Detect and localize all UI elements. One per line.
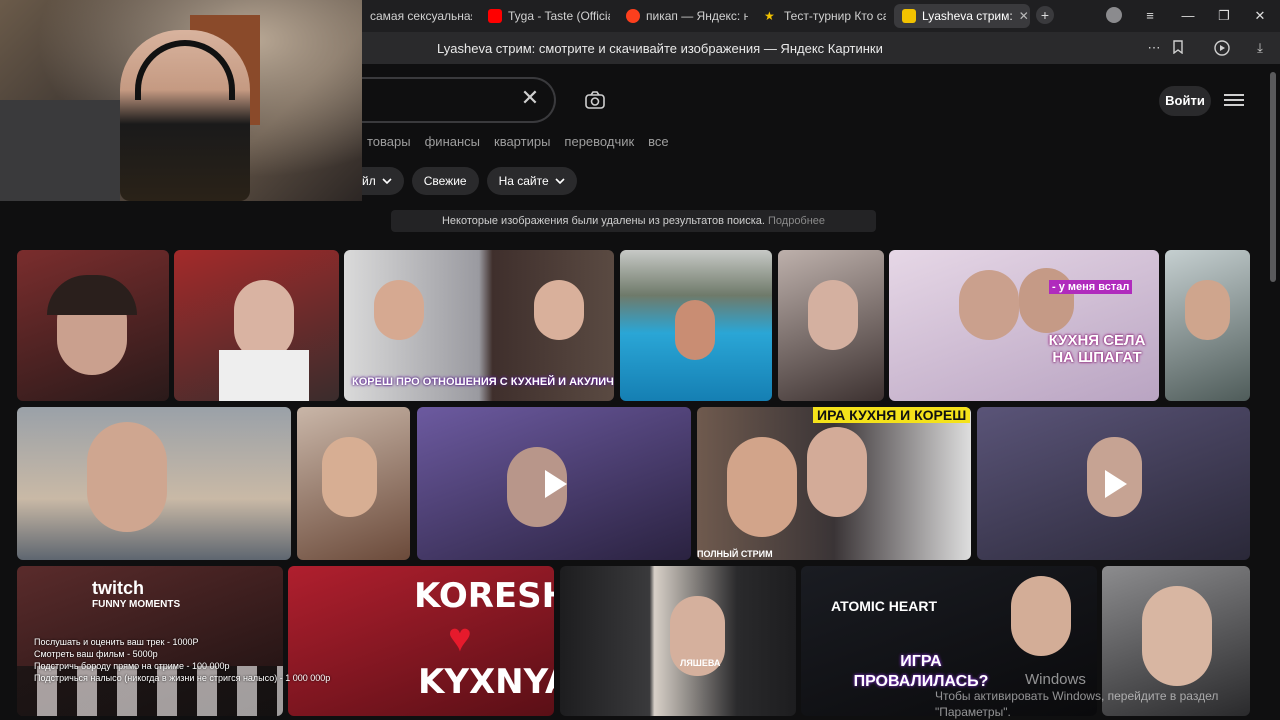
overlay-line: Подстричься налысо (никогда в жизни не с… xyxy=(34,673,331,683)
play-icon xyxy=(545,469,567,498)
tab-label: пикап — Яндекс: на xyxy=(646,9,748,23)
overlay-line: Послушать и оценить ваш трек - 1000Р xyxy=(34,637,199,647)
service-link[interactable]: все xyxy=(648,134,669,149)
tab-1[interactable]: самая сексуальная xyxy=(362,4,472,28)
chevron-down-icon xyxy=(555,178,565,184)
tab-2[interactable]: Tyga - Taste (Official xyxy=(480,4,610,28)
image-caption: KORESH xyxy=(414,576,554,616)
services-nav: товары финансы квартиры переводчик все xyxy=(367,134,669,149)
image-result[interactable] xyxy=(17,407,291,560)
image-caption: КУХНЯ СЕЛА НА ШПАГАТ xyxy=(1048,332,1146,366)
image-result[interactable] xyxy=(174,250,339,401)
filter-label: Свежие xyxy=(423,174,467,188)
overlay-line: Подстричь бороду прямо на стриме - 100 0… xyxy=(34,661,230,671)
tab-label: Lyasheva стрим: xyxy=(922,9,1013,23)
webcam-overlay xyxy=(0,0,362,201)
image-caption-2: KYXNYA xyxy=(418,662,554,702)
hamburger-menu-icon[interactable] xyxy=(1224,91,1244,109)
image-caption: ЛЯШЕВА xyxy=(680,658,721,668)
image-result[interactable] xyxy=(1165,250,1250,401)
service-link[interactable]: финансы xyxy=(425,134,480,149)
watermark-title: Windows xyxy=(1025,671,1086,688)
image-caption: twitch xyxy=(92,578,144,598)
image-result[interactable] xyxy=(778,250,884,401)
profile-icon[interactable] xyxy=(1106,7,1122,23)
maximize-icon[interactable]: ❐ xyxy=(1214,6,1234,26)
service-link[interactable]: товары xyxy=(367,134,411,149)
filter-label: На сайте xyxy=(498,174,549,188)
image-caption: ATOMIC HEART xyxy=(831,598,938,614)
close-window-icon[interactable]: ✕ xyxy=(1250,6,1270,26)
tab-label: Tyga - Taste (Official xyxy=(508,9,610,23)
scrollbar[interactable] xyxy=(1270,72,1276,282)
filter-fresh[interactable]: Свежие xyxy=(411,167,479,195)
filter-file-type[interactable]: йл xyxy=(362,167,404,195)
filter-label: йл xyxy=(362,174,376,188)
play-icon xyxy=(1104,469,1127,498)
image-result[interactable] xyxy=(17,250,169,401)
video-result[interactable] xyxy=(977,407,1250,560)
page-title: Lyasheva стрим: смотрите и скачивайте из… xyxy=(437,41,883,56)
tab-3[interactable]: пикап — Яндекс: на xyxy=(618,4,748,28)
chevron-down-icon xyxy=(382,178,392,184)
star-icon: ★ xyxy=(764,9,775,23)
image-caption: ИРА КУХНЯ И КОРЕШ xyxy=(813,407,971,423)
yandex-icon xyxy=(626,9,640,23)
image-result[interactable] xyxy=(297,407,410,560)
service-link[interactable]: переводчик xyxy=(564,134,634,149)
image-caption-2: FUNNY MOMENTS xyxy=(92,599,181,610)
more-icon[interactable]: ⋯ xyxy=(1146,40,1162,56)
tab-4[interactable]: ★ Тест-турнир Кто са xyxy=(756,4,886,28)
image-result[interactable]: КОРЕШ ПРО ОТНОШЕНИЯ С КУХНЕЙ И АКУЛИЧ xyxy=(344,250,614,401)
image-result[interactable]: ЛЯШЕВА xyxy=(560,566,796,716)
menu-lines-icon[interactable]: ≡ xyxy=(1140,6,1160,26)
image-caption-2: ПОЛНЫЙ СТРИМ xyxy=(697,549,773,559)
screen: самая сексуальная Tyga - Taste (Official… xyxy=(0,0,1280,720)
image-result[interactable]: - у меня встал КУХНЯ СЕЛА НА ШПАГАТ xyxy=(889,250,1159,401)
filter-on-site[interactable]: На сайте xyxy=(486,167,577,195)
new-tab-button[interactable]: + xyxy=(1036,6,1054,24)
service-link[interactable]: квартиры xyxy=(494,134,550,149)
filter-bar: йл Свежие На сайте xyxy=(362,167,577,195)
image-caption-2: - у меня встал xyxy=(1049,280,1133,294)
image-result[interactable] xyxy=(620,250,772,401)
images-icon xyxy=(902,9,916,23)
bookmark-icon[interactable] xyxy=(1170,40,1186,56)
tab-label: Тест-турнир Кто са xyxy=(784,9,886,23)
watermark-text-2: "Параметры". xyxy=(935,705,1011,719)
windows-activation-watermark: Windows Чтобы активировать Windows, пере… xyxy=(935,672,1218,720)
overlay-line: Смотреть ваш фильм - 5000р xyxy=(34,649,158,659)
minimize-icon[interactable]: — xyxy=(1178,6,1198,26)
image-result[interactable]: ИРА КУХНЯ И КОРЕШ ПОЛНЫЙ СТРИМ xyxy=(697,407,971,560)
more-link[interactable]: Подробнее xyxy=(768,215,825,227)
camera-search-icon[interactable] xyxy=(584,89,606,111)
stream-donation-overlay: Послушать и оценить ваш трек - 1000Р Смо… xyxy=(34,636,330,684)
watermark-text: Чтобы активировать Windows, перейдите в … xyxy=(935,689,1219,703)
youtube-icon xyxy=(488,9,502,23)
image-caption: КОРЕШ ПРО ОТНОШЕНИЯ С КУХНЕЙ И АКУЛИЧ xyxy=(352,376,614,388)
notice-text: Некоторые изображения были удалены из ре… xyxy=(441,215,765,227)
login-button[interactable]: Войти xyxy=(1159,86,1211,116)
heart-icon: ♥ xyxy=(448,616,472,660)
video-result[interactable] xyxy=(417,407,691,560)
tab-active[interactable]: Lyasheva стрим: ✕ xyxy=(894,4,1030,28)
clear-search-icon[interactable]: ✕ xyxy=(519,87,541,109)
tab-label: самая сексуальная xyxy=(370,9,472,23)
play-media-icon[interactable] xyxy=(1214,40,1230,56)
close-tab-icon[interactable]: ✕ xyxy=(1019,9,1029,23)
download-icon[interactable]: ⤓ xyxy=(1252,40,1268,56)
removed-images-notice: Некоторые изображения были удалены из ре… xyxy=(391,210,876,232)
